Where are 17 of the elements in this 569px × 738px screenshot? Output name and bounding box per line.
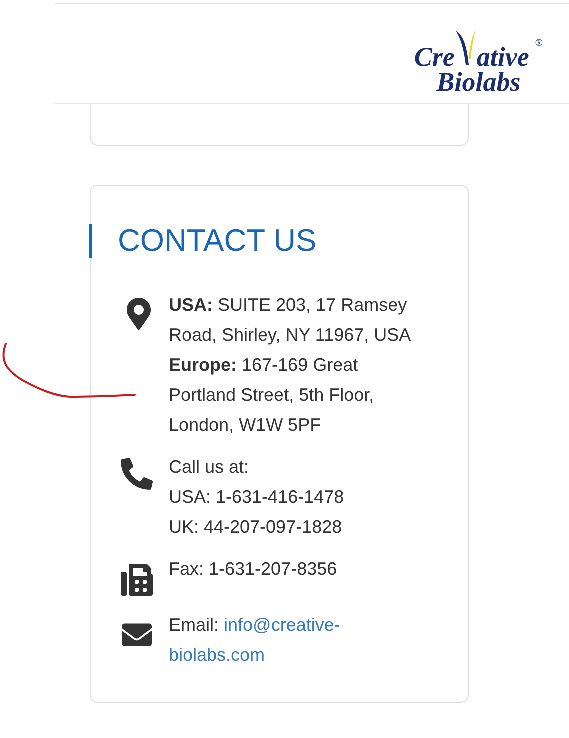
leaf-drawing: [454, 27, 477, 67]
phone-icon: [121, 458, 153, 490]
email-contact[interactable]: Email: info@creative-biolabs.com: [169, 610, 421, 670]
contact-text: Call us at:: [169, 456, 250, 479]
registered-mark: ®: [535, 39, 543, 49]
logo-text: ative: [476, 44, 530, 71]
logo-text: Cre: [414, 44, 455, 71]
logo-text: Biolabs: [436, 69, 521, 96]
fax-icon: [121, 562, 153, 598]
contact-text: USA: 1-631-416-1478: [169, 486, 346, 509]
contact-text: Europe: 167-169 Great Portland Street, 5th Floor, London, W1W 5PF: [169, 354, 376, 437]
contact-text: USA: SUITE 203, 17 Ramsey Road, Shirley, NY 11967, USA: [169, 294, 412, 347]
contact-text: UK: 44-207-097-1828: [169, 516, 344, 539]
map-pin-icon: [126, 298, 152, 330]
logo[interactable]: Cre ative ® Biolabs: [414, 11, 543, 96]
contact-text: Fax: 1-631-207-8356: [169, 558, 338, 581]
section-title: CONTACT US: [89, 224, 468, 258]
